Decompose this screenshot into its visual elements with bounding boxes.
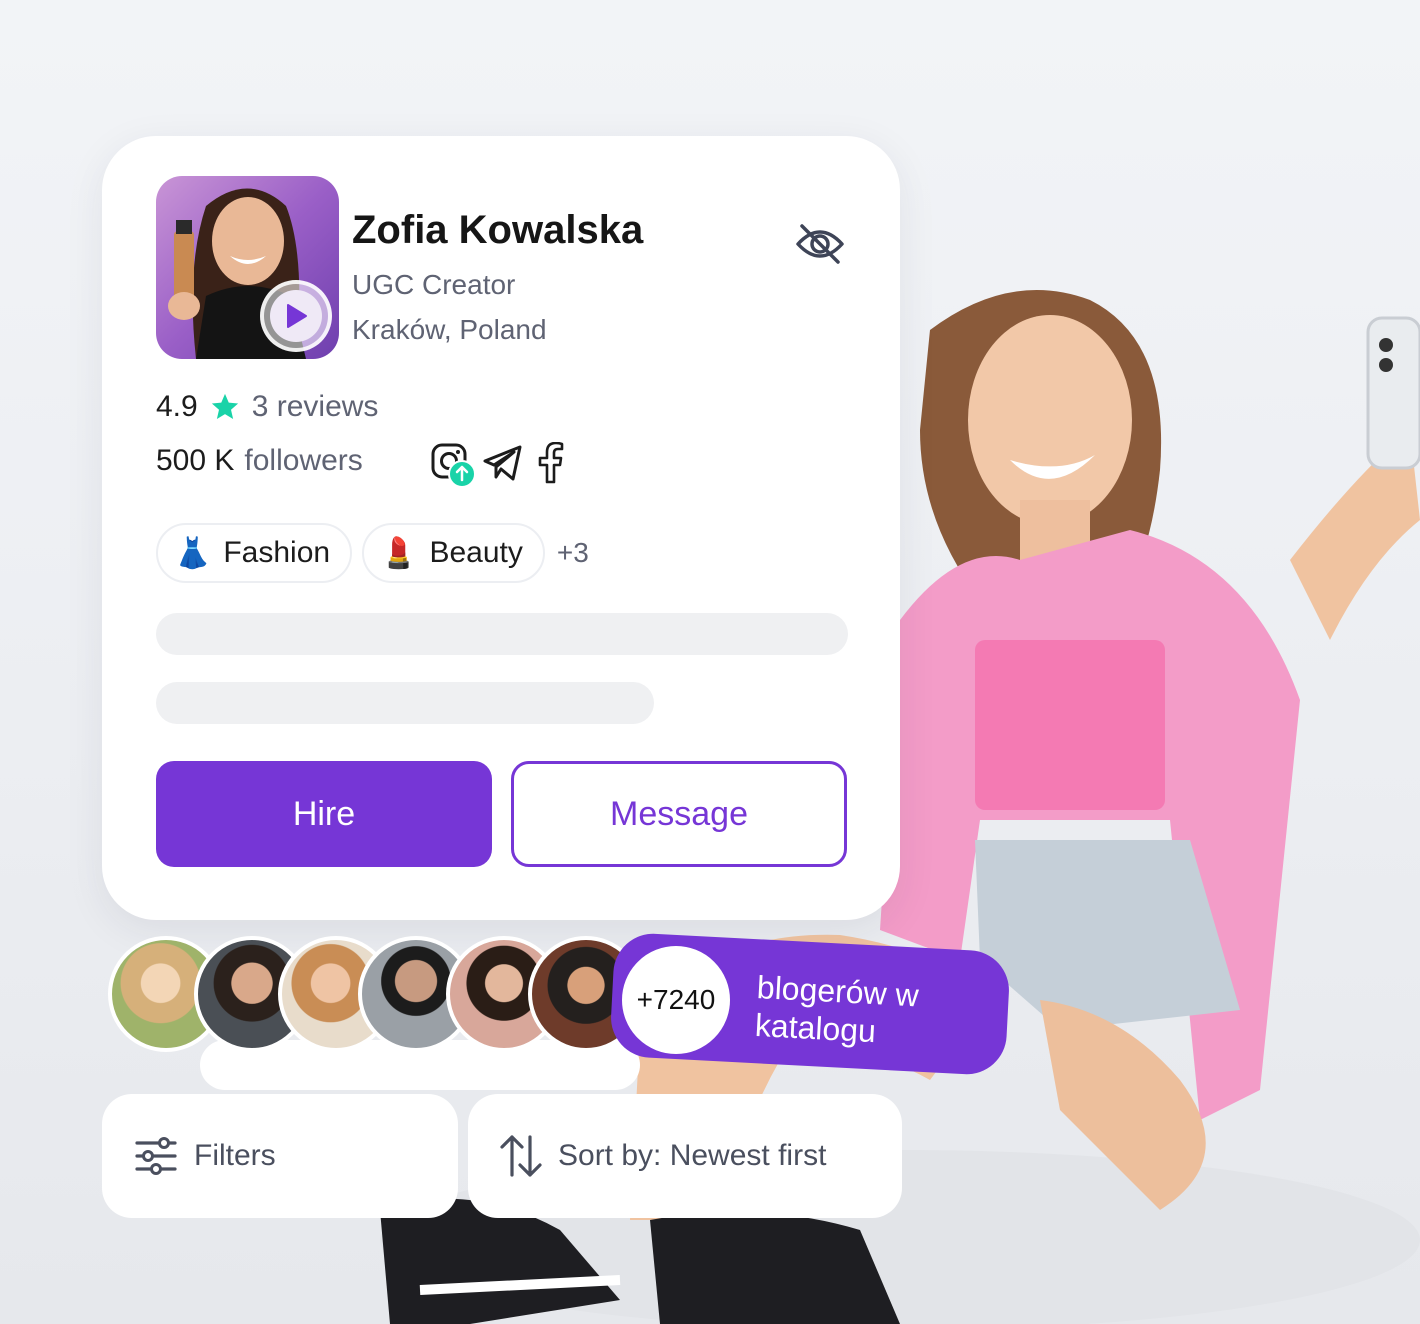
eye-off-icon[interactable]	[794, 220, 846, 268]
filters-button[interactable]: Filters	[102, 1094, 458, 1218]
star-icon	[211, 393, 238, 419]
creator-location: Kraków, Poland	[352, 314, 547, 345]
tag-label: Fashion	[223, 536, 331, 569]
followers-row: 500 K followers	[156, 444, 363, 478]
catalog-label: blogerów w katalogu	[754, 968, 920, 1050]
sliders-icon	[135, 1137, 177, 1175]
upload-badge-icon	[448, 460, 476, 488]
telegram-icon[interactable]	[482, 444, 524, 482]
tag-fashion[interactable]: 👗 Fashion	[156, 523, 353, 583]
rating-row: 4.9 3 reviews	[156, 390, 378, 424]
play-video-button[interactable]	[260, 280, 332, 352]
lipstick-icon: 💄	[380, 536, 418, 570]
social-links	[430, 442, 566, 488]
skeleton-line	[156, 613, 848, 655]
creator-card: Zofia Kowalska UGC Creator Kraków, Polan…	[102, 136, 900, 920]
dress-icon: 👗	[174, 536, 212, 570]
facebook-icon[interactable]	[534, 442, 566, 484]
creator-avatar[interactable]	[156, 176, 339, 359]
catalog-count: +7240	[618, 942, 734, 1058]
reviews-link[interactable]: 3 reviews	[252, 390, 379, 424]
sort-label: Sort by: Newest first	[558, 1139, 827, 1172]
more-tags-count[interactable]: +3	[557, 537, 589, 569]
sort-arrows-icon	[500, 1135, 542, 1177]
hire-button[interactable]: Hire	[156, 761, 492, 867]
play-icon	[287, 304, 307, 328]
tag-beauty[interactable]: 💄 Beauty	[362, 523, 545, 583]
creator-name: Zofia Kowalska	[352, 208, 644, 252]
tag-label: Beauty	[429, 536, 523, 569]
message-button[interactable]: Message	[511, 761, 847, 867]
skeleton-line	[156, 682, 654, 724]
filters-label: Filters	[194, 1139, 276, 1172]
followers-label: followers	[244, 444, 363, 477]
followers-count: 500 K	[156, 444, 235, 477]
category-tags: 👗 Fashion 💄 Beauty +3	[156, 523, 589, 583]
rating-value: 4.9	[156, 390, 198, 423]
creator-role: UGC Creator	[352, 269, 516, 300]
sort-button[interactable]: Sort by: Newest first	[468, 1094, 902, 1218]
instagram-link[interactable]	[430, 442, 476, 488]
